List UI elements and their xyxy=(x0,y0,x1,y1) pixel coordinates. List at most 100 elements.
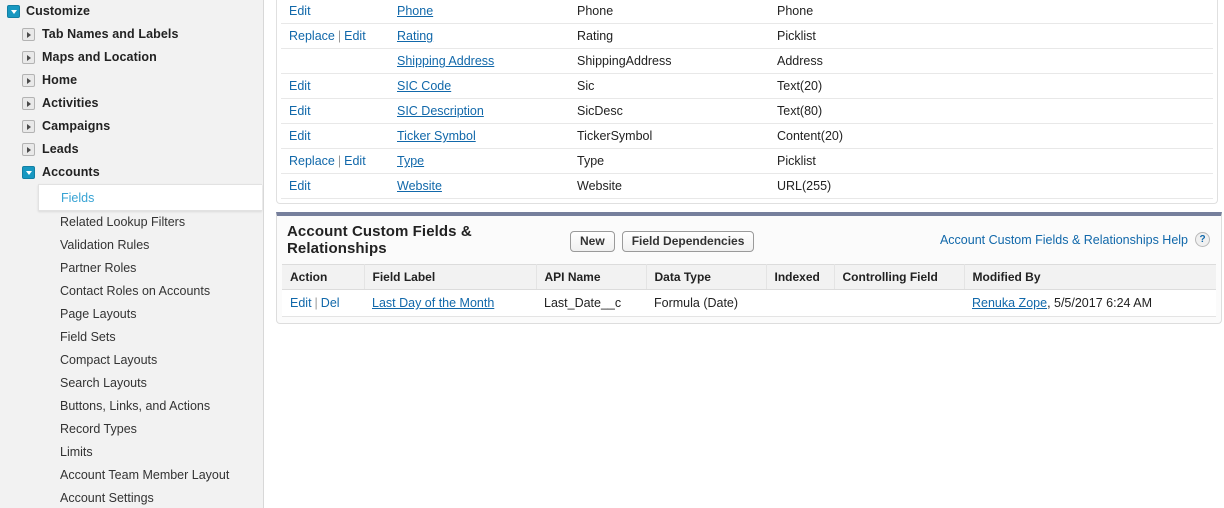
edit-link[interactable]: Edit xyxy=(290,296,312,310)
chevron-down-icon[interactable] xyxy=(7,5,20,18)
sidebar-item-buttons-links-and-actions[interactable]: Buttons, Links, and Actions xyxy=(0,395,263,418)
field-label-link[interactable]: SIC Code xyxy=(397,79,451,93)
row-api-name: Rating xyxy=(569,23,769,49)
chevron-down-icon[interactable] xyxy=(22,166,35,179)
tree-node-activities[interactable]: Activities xyxy=(0,92,263,115)
field-label-link[interactable]: Type xyxy=(397,154,424,168)
chevron-right-icon[interactable] xyxy=(22,51,35,64)
field-label-link[interactable]: Shipping Address xyxy=(397,54,494,68)
field-label-link[interactable]: Rating xyxy=(397,29,433,43)
sidebar-item-record-types[interactable]: Record Types xyxy=(0,418,263,441)
sidebar-item-label: Account Team Member Layout xyxy=(60,468,230,482)
main-content: Edit Phone Phone Phone Replace | Edit Ra… xyxy=(264,0,1224,508)
tree-node-label: Customize xyxy=(26,4,91,18)
row-api-name: TickerSymbol xyxy=(569,123,769,149)
sidebar-item-label: Contact Roles on Accounts xyxy=(60,284,211,298)
sidebar-item-label: Field Sets xyxy=(60,330,116,344)
setup-tree: Customize Tab Names and Labels Maps and … xyxy=(0,0,263,508)
sidebar-item-field-sets[interactable]: Field Sets xyxy=(0,326,263,349)
tree-node-accounts[interactable]: Accounts xyxy=(0,161,263,184)
table-row: Edit Phone Phone Phone xyxy=(281,0,1213,24)
question-mark-icon[interactable]: ? xyxy=(1195,232,1210,247)
sidebar-item-partner-roles[interactable]: Partner Roles xyxy=(0,257,263,280)
column-header-controlling-field: Controlling Field xyxy=(834,264,965,290)
new-button[interactable]: New xyxy=(570,231,615,252)
table-row: Edit SIC Code Sic Text(20) xyxy=(281,73,1213,99)
row-api-name: SicDesc xyxy=(569,98,769,124)
sidebar-item-search-layouts[interactable]: Search Layouts xyxy=(0,372,263,395)
edit-link[interactable]: Edit xyxy=(289,79,311,93)
sidebar-item-validation-rules[interactable]: Validation Rules xyxy=(0,234,263,257)
modified-by-user-link[interactable]: Renuka Zope xyxy=(972,296,1047,310)
sidebar-item-label: Compact Layouts xyxy=(60,353,158,367)
field-label-link[interactable]: Phone xyxy=(397,4,433,18)
row-actions xyxy=(281,48,389,74)
panel-header: Account Custom Fields & Relationships Ne… xyxy=(282,216,1216,264)
sidebar-item-label: Search Layouts xyxy=(60,376,147,390)
row-api-name: Last_Date__c xyxy=(536,289,646,317)
sidebar-item-label: Partner Roles xyxy=(60,261,137,275)
column-header-api-name: API Name xyxy=(536,264,647,290)
chevron-right-icon[interactable] xyxy=(22,120,35,133)
sidebar-item-related-lookup-filters[interactable]: Related Lookup Filters xyxy=(0,211,263,234)
sidebar-item-account-settings[interactable]: Account Settings xyxy=(0,487,263,508)
action-separator: | xyxy=(314,296,318,310)
table-row: Edit | Del Last Day of the Month Last_Date… xyxy=(282,289,1216,317)
row-data-type: Picklist xyxy=(769,148,1213,174)
tree-node-maps-and-location[interactable]: Maps and Location xyxy=(0,46,263,69)
sidebar-item-account-team-member-layout[interactable]: Account Team Member Layout xyxy=(0,464,263,487)
row-field-label: Rating xyxy=(389,23,569,49)
edit-link[interactable]: Edit xyxy=(289,179,311,193)
chevron-right-icon[interactable] xyxy=(22,28,35,41)
tree-node-label: Tab Names and Labels xyxy=(42,27,179,41)
row-data-type: Content(20) xyxy=(769,123,1213,149)
field-label-link[interactable]: Last Day of the Month xyxy=(372,296,494,310)
sidebar-item-fields[interactable]: Fields xyxy=(38,184,262,211)
tree-node-home[interactable]: Home xyxy=(0,69,263,92)
tree-node-tab-names-and-labels[interactable]: Tab Names and Labels xyxy=(0,23,263,46)
sidebar-item-label: Fields xyxy=(61,191,95,205)
field-dependencies-button[interactable]: Field Dependencies xyxy=(621,231,755,252)
chevron-right-icon[interactable] xyxy=(22,74,35,87)
field-label-link[interactable]: SIC Description xyxy=(397,104,484,118)
sidebar-item-page-layouts[interactable]: Page Layouts xyxy=(0,303,263,326)
tree-node-customize[interactable]: Customize xyxy=(0,0,263,23)
edit-link[interactable]: Edit xyxy=(344,29,366,43)
setup-page: Customize Tab Names and Labels Maps and … xyxy=(0,0,1224,508)
sidebar-item-label: Limits xyxy=(60,445,93,459)
row-data-type: URL(255) xyxy=(769,173,1213,199)
delete-link[interactable]: Del xyxy=(321,296,340,310)
row-field-label: Phone xyxy=(389,0,569,24)
standard-fields-panel: Edit Phone Phone Phone Replace | Edit Ra… xyxy=(276,0,1218,204)
replace-link[interactable]: Replace xyxy=(289,29,335,43)
chevron-right-icon[interactable] xyxy=(22,97,35,110)
edit-link[interactable]: Edit xyxy=(289,4,311,18)
replace-link[interactable]: Replace xyxy=(289,154,335,168)
row-data-type: Phone xyxy=(769,0,1213,24)
tree-node-leads[interactable]: Leads xyxy=(0,138,263,161)
sidebar-item-compact-layouts[interactable]: Compact Layouts xyxy=(0,349,263,372)
row-indexed xyxy=(766,289,834,317)
column-header-modified-by: Modified By xyxy=(964,264,1216,290)
sidebar-item-label: Page Layouts xyxy=(60,307,137,321)
edit-link[interactable]: Edit xyxy=(344,154,366,168)
tree-node-label: Maps and Location xyxy=(42,50,157,64)
sidebar-item-contact-roles-on-accounts[interactable]: Contact Roles on Accounts xyxy=(0,280,263,303)
row-actions: Edit xyxy=(281,123,389,149)
section-title: Account Custom Fields & Relationships xyxy=(287,223,472,257)
edit-link[interactable]: Edit xyxy=(289,104,311,118)
sidebar-item-label: Record Types xyxy=(60,422,137,436)
sidebar-item-limits[interactable]: Limits xyxy=(0,441,263,464)
field-label-link[interactable]: Website xyxy=(397,179,442,193)
edit-link[interactable]: Edit xyxy=(289,129,311,143)
panel-button-group: New Field Dependencies xyxy=(570,231,755,252)
custom-fields-help-link[interactable]: Account Custom Fields & Relationships He… xyxy=(940,233,1188,247)
field-label-link[interactable]: Ticker Symbol xyxy=(397,129,476,143)
chevron-right-icon[interactable] xyxy=(22,143,35,156)
action-separator: | xyxy=(337,154,342,168)
column-header-field-label: Field Label xyxy=(364,264,537,290)
table-header-row: Action Field Label API Name Data Type In… xyxy=(282,264,1216,290)
row-data-type: Text(20) xyxy=(769,73,1213,99)
column-header-action: Action xyxy=(282,264,365,290)
tree-node-campaigns[interactable]: Campaigns xyxy=(0,115,263,138)
